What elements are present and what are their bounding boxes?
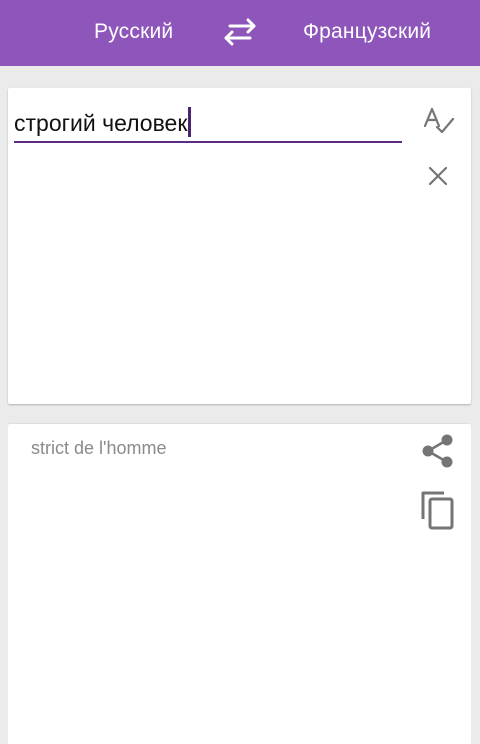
translation-text: strict de l'homme bbox=[31, 438, 167, 458]
spellcheck-button[interactable] bbox=[422, 106, 456, 136]
output-card: strict de l'homme bbox=[8, 424, 471, 744]
input-card bbox=[8, 88, 471, 404]
target-language-button[interactable]: Французский bbox=[303, 0, 431, 66]
swap-arrows-icon bbox=[224, 18, 256, 46]
input-underline bbox=[14, 141, 402, 143]
text-cursor bbox=[188, 107, 192, 137]
swap-languages-button[interactable] bbox=[220, 16, 260, 48]
spellcheck-icon bbox=[423, 107, 455, 134]
copy-icon bbox=[421, 491, 454, 530]
source-text-input[interactable] bbox=[14, 106, 402, 140]
clear-button[interactable] bbox=[426, 164, 450, 188]
source-language-button[interactable]: Русский bbox=[94, 0, 173, 66]
close-icon bbox=[428, 166, 448, 186]
share-button[interactable] bbox=[419, 432, 457, 470]
copy-button[interactable] bbox=[418, 488, 458, 532]
language-toolbar: Русский Французский bbox=[0, 0, 480, 66]
share-icon bbox=[422, 434, 453, 468]
